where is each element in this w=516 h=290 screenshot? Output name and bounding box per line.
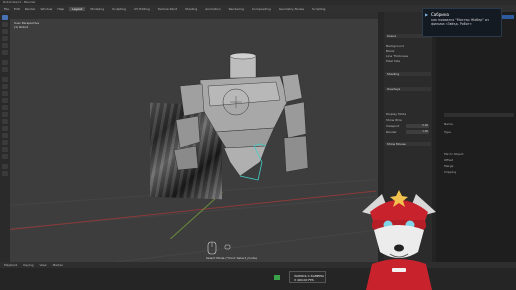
modifier-row: Mirror Object xyxy=(444,152,464,156)
tab-compositing[interactable]: Compositing xyxy=(249,7,274,11)
prop-section[interactable]: Overlays xyxy=(385,87,431,91)
bevel-tool-icon[interactable] xyxy=(2,91,8,96)
timeline-menu-playback[interactable]: Playback xyxy=(4,263,17,267)
loop-cut-tool-icon[interactable] xyxy=(2,98,8,103)
timeline-menu-keying[interactable]: Keying xyxy=(23,263,33,267)
robot-left-forearm xyxy=(175,115,201,149)
select-tool-icon[interactable] xyxy=(2,15,8,20)
prop-section[interactable]: Shading xyxy=(385,72,431,76)
measure-tool-icon[interactable] xyxy=(2,67,8,72)
move-tool-icon[interactable] xyxy=(2,29,8,34)
tab-shading[interactable]: Shading xyxy=(182,7,200,11)
poly-build-tool-icon[interactable] xyxy=(2,112,8,117)
tab-geometry-nodes[interactable]: Geometry Nodes xyxy=(276,7,307,11)
notification-title: Сабрина xyxy=(431,12,449,17)
smooth-tool-icon[interactable] xyxy=(2,126,8,131)
robot-head-top xyxy=(229,52,257,60)
modifier-row: Merge xyxy=(444,164,454,168)
tab-sculpting[interactable]: Sculpting xyxy=(109,7,129,11)
tab-layout[interactable]: Layout xyxy=(69,6,86,11)
tab-scripting[interactable]: Scripting xyxy=(309,7,328,11)
robot-left-hand xyxy=(173,145,199,171)
prop-row: Display Mode xyxy=(386,112,407,116)
mascot-nose xyxy=(394,244,404,252)
mascot-body xyxy=(366,259,432,290)
shear-tool-icon[interactable] xyxy=(2,147,8,152)
viewport-value-field[interactable]: 0.00 xyxy=(406,124,429,128)
brush-tool-icon[interactable] xyxy=(2,171,8,176)
view-object-label: (1) Robot xyxy=(14,25,28,29)
modifier-panel: Name Type Mirror Object Offset Merge Cli… xyxy=(436,12,516,262)
modifier-row: Name xyxy=(444,122,453,126)
prop-row: Line Thickness xyxy=(386,54,409,58)
prop-row: Blank xyxy=(386,49,395,53)
tab-modeling[interactable]: Modeling xyxy=(87,7,107,11)
menu-file[interactable]: File xyxy=(4,7,9,11)
record-indicator xyxy=(274,275,280,280)
shrink-tool-icon[interactable] xyxy=(2,140,8,145)
menu-window[interactable]: Window xyxy=(41,7,53,11)
menu-edit[interactable]: Edit xyxy=(14,7,20,11)
modifier-header[interactable] xyxy=(444,113,514,117)
timeline-menu-view[interactable]: View xyxy=(39,263,46,267)
edge-slide-tool-icon[interactable] xyxy=(2,133,8,138)
viewport-header xyxy=(10,12,378,19)
cursor-tool-icon[interactable] xyxy=(2,22,8,27)
menu-help[interactable]: Help xyxy=(57,7,64,11)
tab-texture-paint[interactable]: Texture Paint xyxy=(155,7,180,11)
rip-tool-icon[interactable] xyxy=(2,154,8,159)
eyedropper-tool-icon[interactable] xyxy=(2,164,8,169)
spin-tool-icon[interactable] xyxy=(2,119,8,124)
prop-row: Pixel Size xyxy=(386,59,401,63)
prop-section[interactable]: Show Mouse xyxy=(385,142,431,146)
recording-overlay: ЗАПИСЬ С КАМЕРЫ 3 400.00 FPS xyxy=(289,271,326,283)
prop-row: Show Wire xyxy=(386,118,402,122)
viewport-info: User Perspective (1) Robot xyxy=(14,21,39,29)
robot-mesh[interactable] xyxy=(170,50,320,190)
grid-line xyxy=(11,229,377,262)
recording-fps: 3 400.00 FPS xyxy=(294,278,314,282)
robot-head xyxy=(229,55,257,79)
robot-left-upper-arm xyxy=(179,83,205,117)
transform-tool-icon[interactable] xyxy=(2,50,8,55)
mouse-hint-icon xyxy=(207,241,231,255)
scale-tool-icon[interactable] xyxy=(2,43,8,48)
tab-rendering[interactable]: Rendering xyxy=(226,7,247,11)
timeline-menu-marker[interactable]: Marker xyxy=(53,263,63,267)
viewport-status-text: Select Mode (*mod: Select_mode) xyxy=(206,256,258,260)
modifier-row: Clipping xyxy=(444,170,457,174)
mascot-avatar xyxy=(362,190,436,290)
modifier-row: Offset xyxy=(444,158,454,162)
recording-label: ЗАПИСЬ С КАМЕРЫ xyxy=(294,273,324,278)
robot-right-hand xyxy=(283,135,309,173)
notification-body: как появился "Мистер Жобер" из фильма «З… xyxy=(431,18,489,26)
inset-tool-icon[interactable] xyxy=(2,84,8,89)
knife-tool-icon[interactable] xyxy=(2,105,8,110)
rotate-tool-icon[interactable] xyxy=(2,36,8,41)
play-icon: ▶ xyxy=(425,11,429,17)
annotate-tool-icon[interactable] xyxy=(2,60,8,65)
modifier-row: Type xyxy=(444,130,451,134)
stream-notification: ▶ Сабрина как появился "Мистер Жобер" из… xyxy=(422,8,502,37)
menu-render[interactable]: Render xyxy=(25,7,36,11)
tool-shelf xyxy=(0,12,10,262)
tab-uv-editing[interactable]: UV Editing xyxy=(131,7,153,11)
prop-row: Background xyxy=(386,44,404,48)
render-value-field[interactable]: 1.00 xyxy=(406,130,429,134)
mascot-face xyxy=(374,225,424,258)
robot-right-forearm xyxy=(283,101,307,139)
extrude-tool-icon[interactable] xyxy=(2,77,8,82)
tab-animation[interactable]: Animation xyxy=(202,7,223,11)
